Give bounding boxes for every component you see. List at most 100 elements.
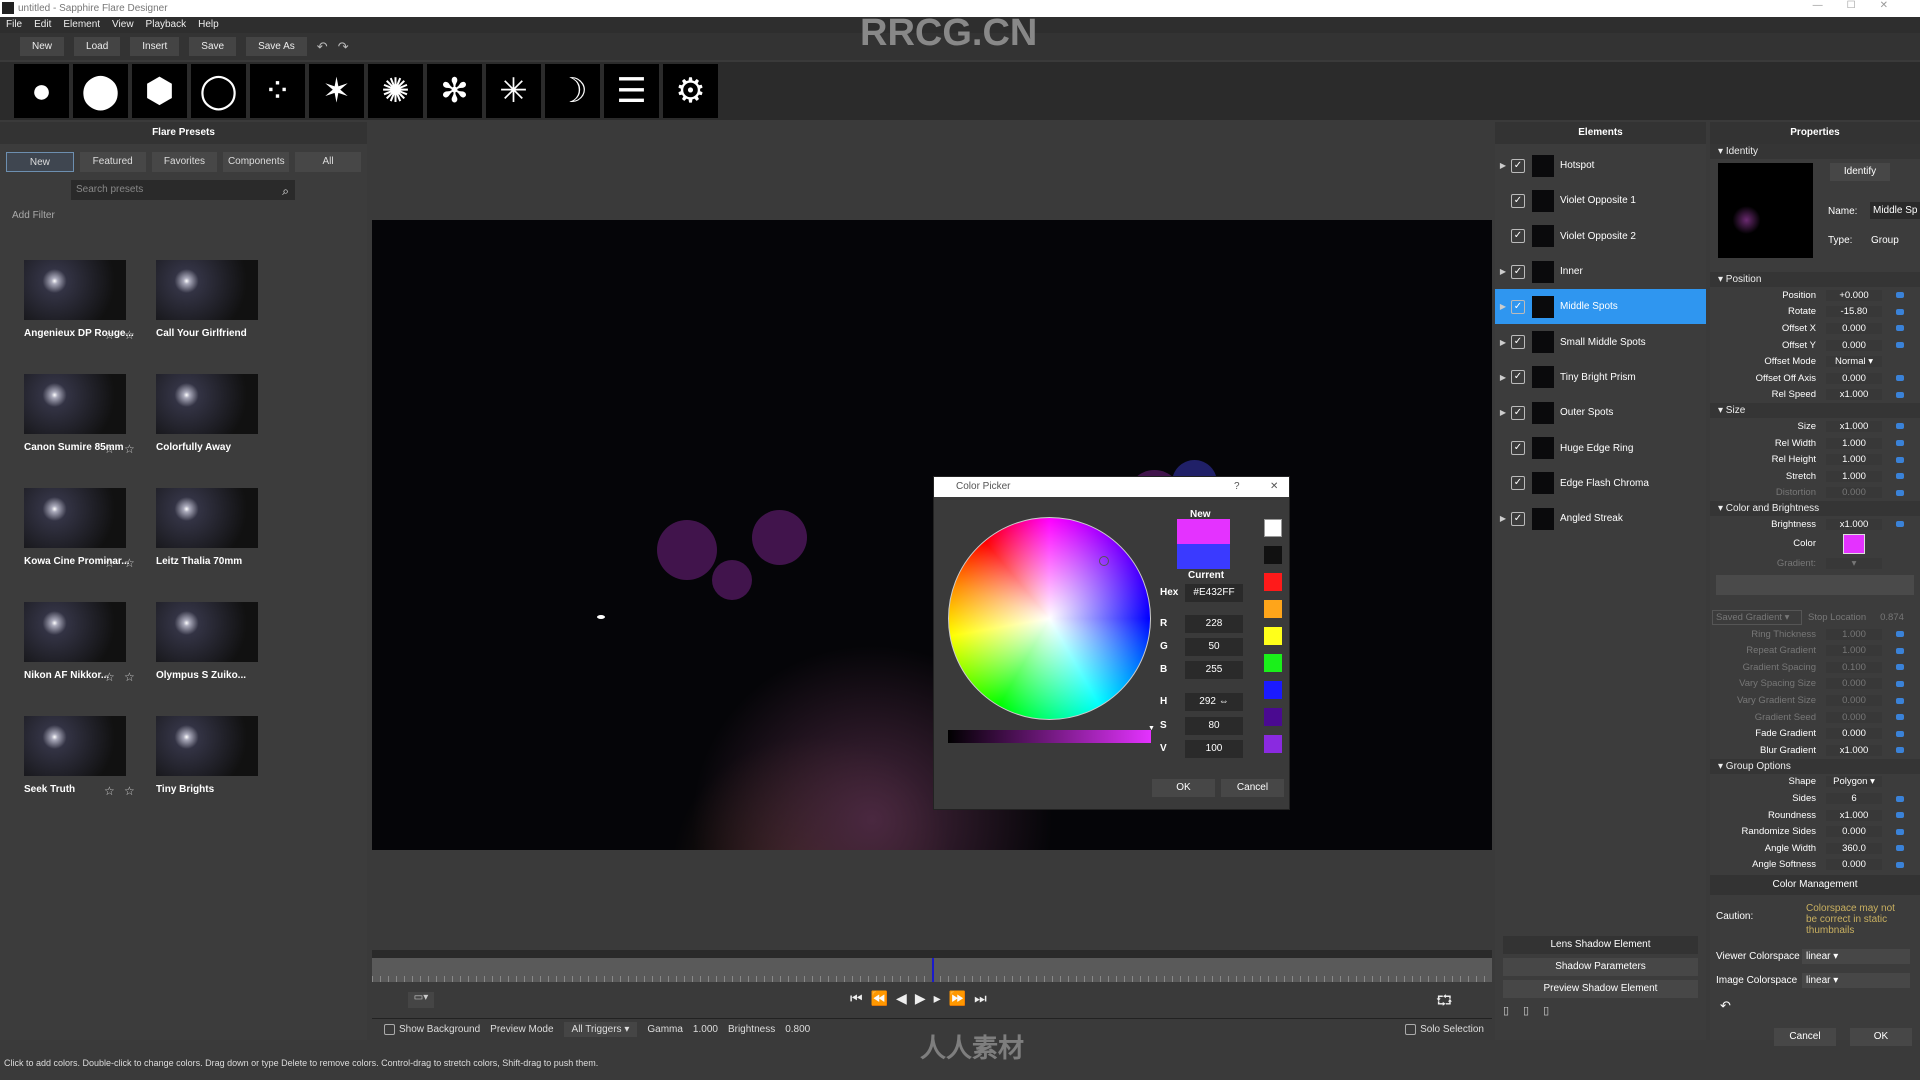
- ok-button[interactable]: OK: [1850, 1028, 1912, 1047]
- reset-icon[interactable]: ↶: [1720, 998, 1910, 1014]
- add-sparkle-button[interactable]: ✳: [486, 64, 541, 118]
- keyframe-toggle[interactable]: [1896, 861, 1904, 868]
- undo-icon[interactable]: ↶: [317, 37, 328, 56]
- load-button[interactable]: Load: [74, 37, 121, 56]
- preset-item[interactable]: Canon Sumire 85mm ☆: [24, 374, 156, 460]
- expand-arrow-icon[interactable]: ▶: [1495, 408, 1511, 417]
- add-glow-button[interactable]: ●: [14, 64, 69, 118]
- visibility-checkbox[interactable]: ✓: [1511, 335, 1525, 350]
- menu-view[interactable]: View: [112, 17, 134, 33]
- preset-thumbnail[interactable]: [24, 602, 126, 662]
- menu-help[interactable]: Help: [198, 17, 219, 33]
- keyframe-toggle[interactable]: [1896, 423, 1904, 430]
- value-slider[interactable]: [948, 730, 1151, 743]
- element-row[interactable]: ▶ ✓ Middle Spots: [1495, 289, 1706, 325]
- element-row[interactable]: ▶ ✓ Angled Streak: [1495, 501, 1706, 536]
- step-forward-icon[interactable]: ▸: [934, 990, 941, 1007]
- expand-arrow-icon[interactable]: ▶: [1495, 373, 1511, 382]
- keyframe-toggle[interactable]: [1896, 680, 1904, 687]
- preset-item[interactable]: Angenieux DP Rouge... ☆: [24, 260, 156, 346]
- keyframe-toggle[interactable]: [1896, 489, 1904, 496]
- name-field[interactable]: Middle Sp: [1870, 202, 1920, 219]
- property-value[interactable]: 360.0: [1826, 842, 1882, 854]
- keyframe-toggle[interactable]: [1896, 714, 1904, 721]
- flare-viewport[interactable]: [372, 220, 1492, 850]
- image-colorspace-dropdown[interactable]: linear ▾: [1802, 972, 1910, 988]
- property-value[interactable]: x1.000: [1826, 744, 1882, 756]
- add-streaks-button[interactable]: ☰: [604, 64, 659, 118]
- insert-button[interactable]: Insert: [130, 37, 180, 56]
- visibility-checkbox[interactable]: ✓: [1511, 511, 1525, 526]
- keyframe-toggle[interactable]: [1896, 440, 1904, 447]
- preset-item[interactable]: Nikon AF Nikkor... ☆: [24, 602, 156, 688]
- property-value[interactable]: 0.000: [1826, 487, 1882, 499]
- keyframe-toggle[interactable]: [1896, 391, 1904, 398]
- v-field[interactable]: 100: [1185, 740, 1243, 758]
- add-filter-link[interactable]: Add Filter: [0, 200, 367, 231]
- preset-color-swatch[interactable]: [1264, 600, 1282, 618]
- keyframe-toggle[interactable]: [1896, 747, 1904, 754]
- property-value[interactable]: 0.000: [1826, 339, 1882, 351]
- property-value[interactable]: ▾: [1826, 557, 1882, 569]
- tab-components[interactable]: Components: [223, 152, 290, 172]
- preset-color-swatch[interactable]: [1264, 546, 1282, 564]
- tab-new[interactable]: New: [6, 152, 74, 172]
- menu-edit[interactable]: Edit: [34, 17, 51, 33]
- visibility-checkbox[interactable]: ✓: [1511, 193, 1525, 208]
- keyframe-toggle[interactable]: [1896, 342, 1904, 349]
- expand-arrow-icon[interactable]: ▶: [1495, 267, 1511, 276]
- preset-item[interactable]: Call Your Girlfriend ☆: [124, 260, 288, 346]
- property-value[interactable]: 0.000: [1826, 859, 1882, 871]
- favorite-star-icon[interactable]: ☆: [104, 328, 115, 342]
- property-value[interactable]: -15.80: [1826, 306, 1882, 318]
- property-value[interactable]: Polygon ▾: [1826, 776, 1882, 788]
- cancel-button[interactable]: Cancel: [1221, 779, 1284, 797]
- preset-item[interactable]: Leitz Thalia 70mm ☆: [124, 488, 288, 574]
- visibility-checkbox[interactable]: ✓: [1511, 441, 1525, 456]
- preset-color-swatch[interactable]: [1264, 573, 1282, 591]
- property-value[interactable]: 0.000: [1826, 372, 1882, 384]
- visibility-checkbox[interactable]: ✓: [1511, 299, 1525, 314]
- cancel-button[interactable]: Cancel: [1774, 1028, 1836, 1047]
- element-row[interactable]: ✓ Violet Opposite 1: [1495, 183, 1706, 218]
- h-field[interactable]: 292 ⇔: [1185, 693, 1243, 711]
- keyframe-toggle[interactable]: [1896, 647, 1904, 654]
- preset-color-swatch[interactable]: [1264, 681, 1282, 699]
- preset-item[interactable]: Colorfully Away ☆: [124, 374, 288, 460]
- section-color-and-brightness[interactable]: ▾ Color and Brightness: [1710, 501, 1920, 517]
- add-starburst-button[interactable]: ✻: [427, 64, 482, 118]
- ok-button[interactable]: OK: [1152, 779, 1215, 797]
- play-icon[interactable]: ▶: [915, 990, 926, 1007]
- favorite-star-icon[interactable]: ☆: [104, 556, 115, 570]
- property-value[interactable]: 0.000: [1826, 826, 1882, 838]
- property-value[interactable]: x1.000: [1826, 420, 1882, 432]
- preset-thumbnail[interactable]: [156, 716, 258, 776]
- fast-forward-icon[interactable]: ⏩: [949, 990, 966, 1007]
- color-wheel-handle[interactable]: [1099, 556, 1109, 566]
- playhead[interactable]: [932, 958, 934, 982]
- favorite-star-icon[interactable]: ☆: [124, 442, 135, 456]
- keyframe-toggle[interactable]: [1896, 308, 1904, 315]
- gradient-editor[interactable]: [1716, 575, 1914, 596]
- favorite-star-icon[interactable]: ☆: [104, 784, 115, 798]
- favorite-star-icon[interactable]: ☆: [124, 556, 135, 570]
- keyframe-toggle[interactable]: [1896, 730, 1904, 737]
- color-wheel[interactable]: [948, 517, 1151, 720]
- favorite-star-icon[interactable]: ☆: [104, 670, 115, 684]
- property-value[interactable]: +0.000: [1826, 289, 1882, 301]
- keyframe-toggle[interactable]: [1896, 845, 1904, 852]
- property-value[interactable]: 0.000: [1826, 695, 1882, 707]
- add-spots-button[interactable]: ⁘: [250, 64, 305, 118]
- visibility-checkbox[interactable]: ✓: [1511, 405, 1525, 420]
- expand-arrow-icon[interactable]: ▶: [1495, 338, 1511, 347]
- favorite-star-icon[interactable]: ☆: [124, 328, 135, 342]
- keyframe-toggle[interactable]: [1896, 325, 1904, 332]
- property-value[interactable]: 1.000: [1826, 470, 1882, 482]
- viewer-colorspace-dropdown[interactable]: linear ▾: [1802, 948, 1910, 964]
- keyframe-toggle[interactable]: [1896, 375, 1904, 382]
- preset-thumbnail[interactable]: [156, 488, 258, 548]
- property-value[interactable]: 0.000: [1826, 678, 1882, 690]
- close-icon[interactable]: ✕: [1270, 477, 1278, 497]
- preset-color-swatch[interactable]: [1264, 708, 1282, 726]
- preview-shadow-button[interactable]: Preview Shadow Element: [1503, 980, 1698, 998]
